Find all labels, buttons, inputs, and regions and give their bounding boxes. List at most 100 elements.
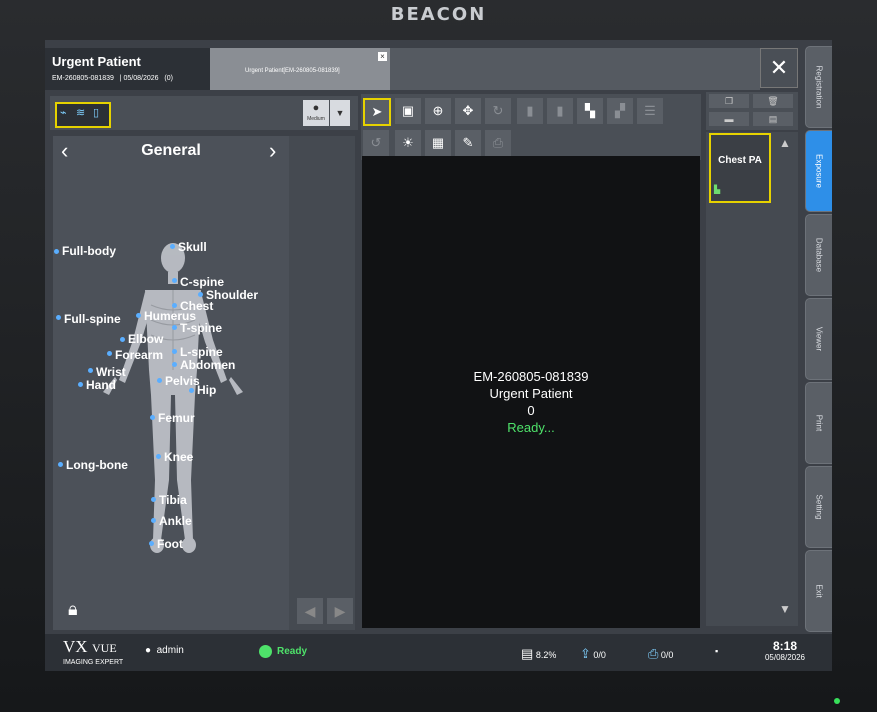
bodypart-l-spine[interactable]: L-spine xyxy=(180,345,223,359)
viewer-patient-id: EM-260805-081839 xyxy=(473,369,589,384)
marker-dot xyxy=(189,388,194,393)
grid-icon[interactable]: ▦ xyxy=(425,130,451,156)
tab-close-icon[interactable]: × xyxy=(378,52,387,61)
folder-icon[interactable]: ▬ xyxy=(709,112,749,126)
marker-dot xyxy=(172,325,177,330)
bodypart-full-body[interactable]: Full-body xyxy=(62,244,116,258)
protocol-status-icon: ▙ xyxy=(714,185,721,194)
app-logo: VX VUE IMAGING EXPERT xyxy=(63,637,123,666)
bodypart-knee[interactable]: Knee xyxy=(164,450,193,464)
zoom-icon[interactable]: ⊕ xyxy=(425,98,451,124)
bodypart-forearm[interactable]: Forearm xyxy=(115,348,163,362)
marker-dot xyxy=(156,454,161,459)
nav-setting[interactable]: Setting xyxy=(805,466,832,548)
marker-dot xyxy=(172,303,177,308)
rotate-icon[interactable]: ↻ xyxy=(485,98,511,124)
scroll-down-icon[interactable]: ▼ xyxy=(779,602,791,616)
nav-print[interactable]: Print xyxy=(805,382,832,464)
print-icon[interactable]: ⎙ xyxy=(485,130,511,156)
fullscreen-icon[interactable]: ✕ xyxy=(760,48,798,88)
marker-dot xyxy=(170,244,175,249)
marker-dot xyxy=(78,382,83,387)
bodypart-c-spine[interactable]: C-spine xyxy=(180,275,224,289)
page-prev-button[interactable]: ◀ xyxy=(297,598,323,624)
lock-icon[interactable]: 🔒︎ xyxy=(68,599,78,620)
upload-status: ⇪ 0/0 xyxy=(580,646,606,662)
bodypart-femur[interactable]: Femur xyxy=(158,411,195,425)
annotate-pen-icon[interactable]: ✎ xyxy=(455,130,481,156)
nav-label: Database xyxy=(814,237,824,273)
alert-icon[interactable]: ▪ xyxy=(715,646,718,656)
viewer-patient-name: Urgent Patient xyxy=(489,386,573,401)
list-icon[interactable]: ☰ xyxy=(637,98,663,124)
printer-icon: ⎙ xyxy=(648,646,659,661)
select-pointer-icon[interactable]: ➤ xyxy=(363,98,391,126)
upload-count: 0/0 xyxy=(593,650,606,660)
copy-icon[interactable]: ❐ xyxy=(709,94,749,108)
bodypart-full-spine[interactable]: Full-spine xyxy=(64,312,121,326)
image-viewer[interactable]: EM-260805-081839 Urgent Patient 0 Ready.… xyxy=(362,156,700,628)
marker-dot xyxy=(150,415,155,420)
disk-icon: ▤ xyxy=(521,646,534,661)
save-icon[interactable]: ▤ xyxy=(753,112,793,126)
protocol-item[interactable]: Chest PA ▙ xyxy=(709,133,771,203)
nav-exposure[interactable]: Exposure xyxy=(805,130,832,212)
bodypart-hip[interactable]: Hip xyxy=(197,383,216,397)
clock: 8:18 05/08/2026 xyxy=(759,639,811,662)
nav-viewer[interactable]: Viewer xyxy=(805,298,832,380)
nav-registration[interactable]: Registration xyxy=(805,46,832,128)
nav-label: Registration xyxy=(814,65,824,109)
bodypart-hand[interactable]: Hand xyxy=(86,378,116,392)
bodypart-pelvis[interactable]: Pelvis xyxy=(165,374,200,388)
bodypart-wrist[interactable]: Wrist xyxy=(96,365,126,379)
layout-icon[interactable]: ▚ xyxy=(577,98,603,124)
roi-zoom-icon[interactable]: ▣ xyxy=(395,98,421,124)
page-next-button[interactable]: ▶ xyxy=(327,598,353,624)
bodypart-t-spine[interactable]: T-spine xyxy=(180,321,222,335)
mirror-icon[interactable]: ↺ xyxy=(363,130,389,156)
delete-icon[interactable]: 🗑︎ xyxy=(753,94,793,108)
bodypart-abdomen[interactable]: Abdomen xyxy=(180,358,235,372)
scroll-up-icon[interactable]: ▲ xyxy=(779,136,791,150)
viewer-index: 0 xyxy=(527,403,535,418)
bodypart-ankle[interactable]: Ankle xyxy=(159,514,192,528)
viewer-info: EM-260805-081839 Urgent Patient 0 Ready.… xyxy=(362,368,700,436)
bodypart-skull[interactable]: Skull xyxy=(178,240,207,254)
viewer-status: Ready... xyxy=(507,420,555,435)
marker-dot xyxy=(88,368,93,373)
nav-database[interactable]: Database xyxy=(805,214,832,296)
compare-icon[interactable]: ▞ xyxy=(607,98,633,124)
marker-dot xyxy=(149,541,154,546)
bodypart-elbow[interactable]: Elbow xyxy=(128,332,163,346)
pan-icon[interactable]: ✥ xyxy=(455,98,481,124)
logo-main: VX xyxy=(63,637,88,656)
logo-tagline: IMAGING EXPERT xyxy=(63,659,124,666)
clock-date: 05/08/2026 xyxy=(764,653,806,662)
print-status: ⎙ 0/0 xyxy=(648,646,673,662)
bodypart-shoulder[interactable]: Shoulder xyxy=(206,288,258,302)
bodypart-foot[interactable]: Foot xyxy=(157,537,183,551)
flip-l-icon[interactable]: ▮ xyxy=(547,98,573,124)
marker-dot xyxy=(157,378,162,383)
upload-icon: ⇪ xyxy=(580,646,591,661)
protocol-scrollbar[interactable]: ▲ ▼ xyxy=(772,132,798,626)
marker-dot xyxy=(120,337,125,342)
nav-exit[interactable]: Exit xyxy=(805,550,832,632)
user-icon: ● xyxy=(145,645,152,656)
flip-r-icon[interactable]: ▮ xyxy=(517,98,543,124)
marker-dot xyxy=(172,362,177,367)
disk-usage-value: 8.2% xyxy=(535,650,557,660)
clock-time: 8:18 xyxy=(772,639,798,653)
bodypart-long-bone[interactable]: Long-bone xyxy=(66,458,128,472)
marker-dot xyxy=(58,462,63,467)
right-nav: Registration Exposure Database Viewer Pr… xyxy=(805,46,832,666)
bodypart-tibia[interactable]: Tibia xyxy=(159,493,187,507)
marker-dot xyxy=(56,315,61,320)
marker-dot xyxy=(136,313,141,318)
brightness-icon[interactable]: ☀ xyxy=(395,130,421,156)
protocol-label: Chest PA xyxy=(718,155,762,166)
ready-indicator-icon xyxy=(259,645,272,658)
nav-label: Exposure xyxy=(814,154,824,188)
user-info: ● admin xyxy=(145,645,184,656)
disk-usage: ▤ 8.2% xyxy=(521,646,556,662)
